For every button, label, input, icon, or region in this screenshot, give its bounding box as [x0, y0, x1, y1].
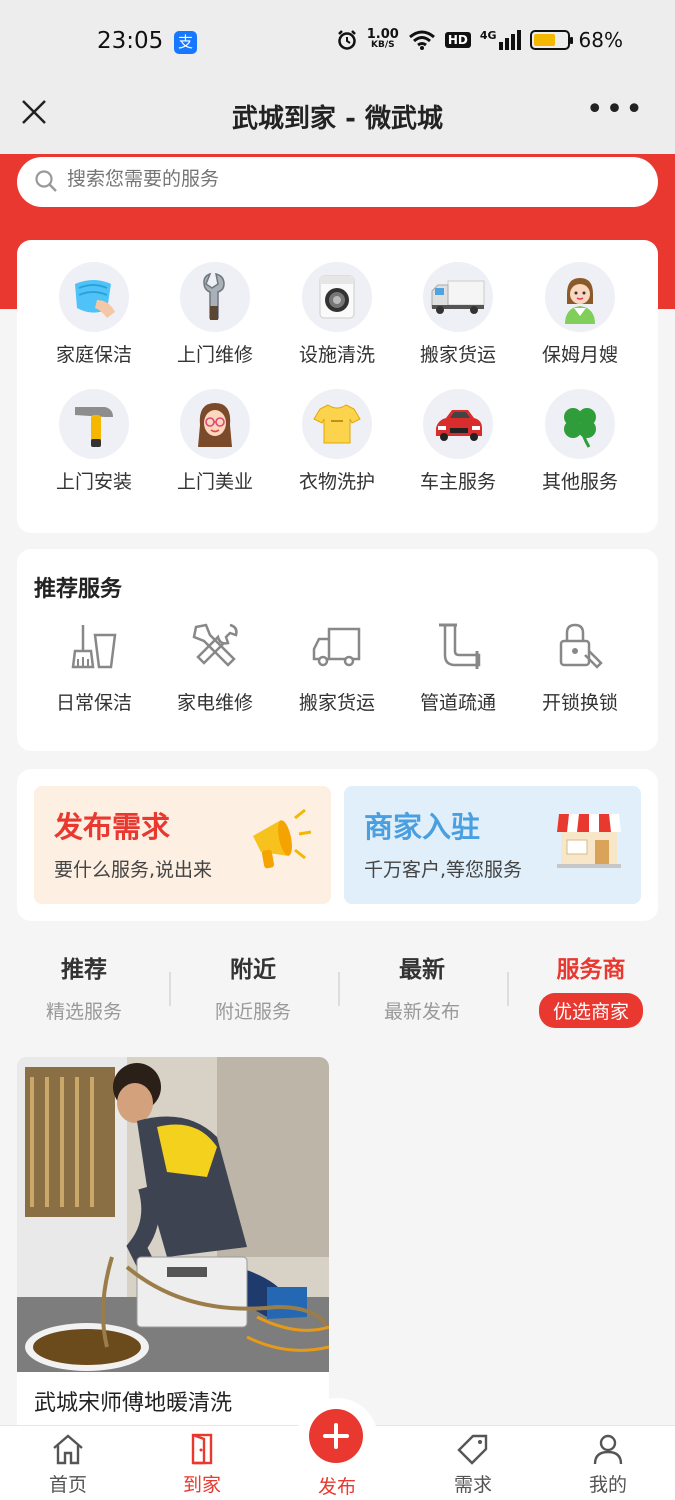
tools-icon [192, 623, 238, 667]
category-other[interactable]: 其他服务 [525, 389, 635, 494]
car-icon [423, 389, 493, 459]
broom-bucket-icon [71, 625, 117, 669]
divider [169, 972, 171, 1006]
home-icon [53, 1434, 83, 1465]
tab-nearby[interactable]: 附近 附近服务 [188, 950, 318, 1024]
service-daily-cleaning[interactable]: 日常保洁 [39, 621, 149, 715]
hd-icon: HD [444, 32, 471, 48]
nav-mine[interactable]: 我的 [548, 1426, 668, 1500]
nav-home[interactable]: 首页 [8, 1426, 128, 1500]
publish-fab-wrap [296, 1398, 378, 1480]
search-bar[interactable] [17, 157, 658, 207]
hammer-icon [59, 389, 129, 459]
nav-home-service[interactable]: 到家 [142, 1426, 262, 1500]
user-icon [593, 1434, 623, 1465]
beauty-icon [180, 389, 250, 459]
status-bar: 23:05 支 1.00 KB/S HD 4G 68% [0, 0, 675, 86]
battery-icon [529, 30, 573, 50]
tab-recommend[interactable]: 推荐 精选服务 [19, 950, 149, 1024]
door-icon [191, 1433, 213, 1465]
category-moving[interactable]: 搬家货运 [403, 262, 513, 367]
category-nanny[interactable]: 保姆月嫂 [525, 262, 635, 367]
category-facility-cleaning[interactable]: 设施清洗 [282, 262, 392, 367]
publish-demand-card[interactable]: 发布需求 要什么服务,说出来 [34, 786, 331, 904]
washing-machine-icon [302, 262, 372, 332]
clock: 23:05 [97, 28, 164, 54]
service-locksmith[interactable]: 开锁换锁 [525, 621, 635, 715]
tshirt-icon [302, 389, 372, 459]
status-icons: 1.00 KB/S HD 4G 68% [336, 28, 623, 52]
tag-icon [457, 1434, 488, 1465]
category-home-cleaning[interactable]: 家庭保洁 [39, 262, 149, 367]
listing-card[interactable]: 武城宋师傅地暖清洗 [17, 1057, 329, 1437]
category-car[interactable]: 车主服务 [403, 389, 513, 494]
merchant-join-card[interactable]: 商家入驻 千万客户,等您服务 [344, 786, 641, 904]
recommend-services: 推荐服务 日常保洁 家电维修 搬家货运 管道疏通 开锁换锁 [17, 549, 658, 751]
alipay-icon: 支 [174, 31, 197, 54]
service-pipe-unclog[interactable]: 管道疏通 [403, 621, 513, 715]
search-icon [35, 170, 57, 192]
service-appliance-repair[interactable]: 家电维修 [160, 621, 270, 715]
alarm-icon [337, 30, 356, 50]
section-title: 推荐服务 [34, 577, 123, 602]
category-installation[interactable]: 上门安装 [39, 389, 149, 494]
merchant-title: 商家入驻 [364, 810, 481, 844]
wifi-icon [408, 30, 435, 50]
category-beauty[interactable]: 上门美业 [160, 389, 270, 494]
nanny-icon [545, 262, 615, 332]
signal-icon: 4G [480, 30, 521, 50]
tab-latest[interactable]: 最新 最新发布 [357, 950, 487, 1024]
megaphone-icon [253, 808, 312, 869]
clover-icon [545, 389, 615, 459]
cleaning-cloth-icon [59, 262, 129, 332]
divider [338, 972, 340, 1006]
listing-caption: 武城宋师傅地暖清洗 [34, 1391, 233, 1416]
status-badge: 优选商家 [538, 993, 643, 1028]
plus-icon[interactable] [309, 1409, 363, 1463]
more-menu-icon[interactable]: ••• [586, 95, 645, 125]
divider [507, 972, 509, 1006]
truck-icon [423, 262, 493, 332]
title-bar: 武城到家 - 微武城 ••• [0, 86, 675, 154]
listing-photo [17, 1057, 329, 1372]
service-moving[interactable]: 搬家货运 [282, 621, 392, 715]
lock-icon [559, 623, 603, 669]
page-title: 武城到家 - 微武城 [232, 104, 443, 134]
nav-demand[interactable]: 需求 [413, 1426, 533, 1500]
category-repair[interactable]: 上门维修 [160, 262, 270, 367]
pipe-icon [439, 623, 481, 669]
promo-section: 发布需求 要什么服务,说出来 商家入驻 千万客户,等您服务 [17, 769, 658, 921]
shop-icon [557, 814, 621, 868]
merchant-subtitle: 千万客户,等您服务 [364, 859, 523, 881]
battery-fill [533, 34, 556, 46]
battery-percent: 68% [578, 28, 623, 52]
tab-providers[interactable]: 服务商 优选商家 [526, 950, 656, 1028]
truck-outline-icon [312, 627, 361, 667]
search-input[interactable] [67, 168, 627, 190]
category-laundry[interactable]: 衣物洗护 [282, 389, 392, 494]
network-speed: 1.00 KB/S [366, 27, 399, 50]
category-grid: 家庭保洁 上门维修 设施清洗 搬家货运 保姆月嫂 上门安装 上门美业 衣物洗护 … [17, 240, 658, 533]
nav-publish-label[interactable]: 发布 [296, 1472, 378, 1499]
publish-title: 发布需求 [54, 810, 171, 844]
wrench-icon [180, 262, 250, 332]
publish-subtitle: 要什么服务,说出来 [54, 859, 213, 881]
